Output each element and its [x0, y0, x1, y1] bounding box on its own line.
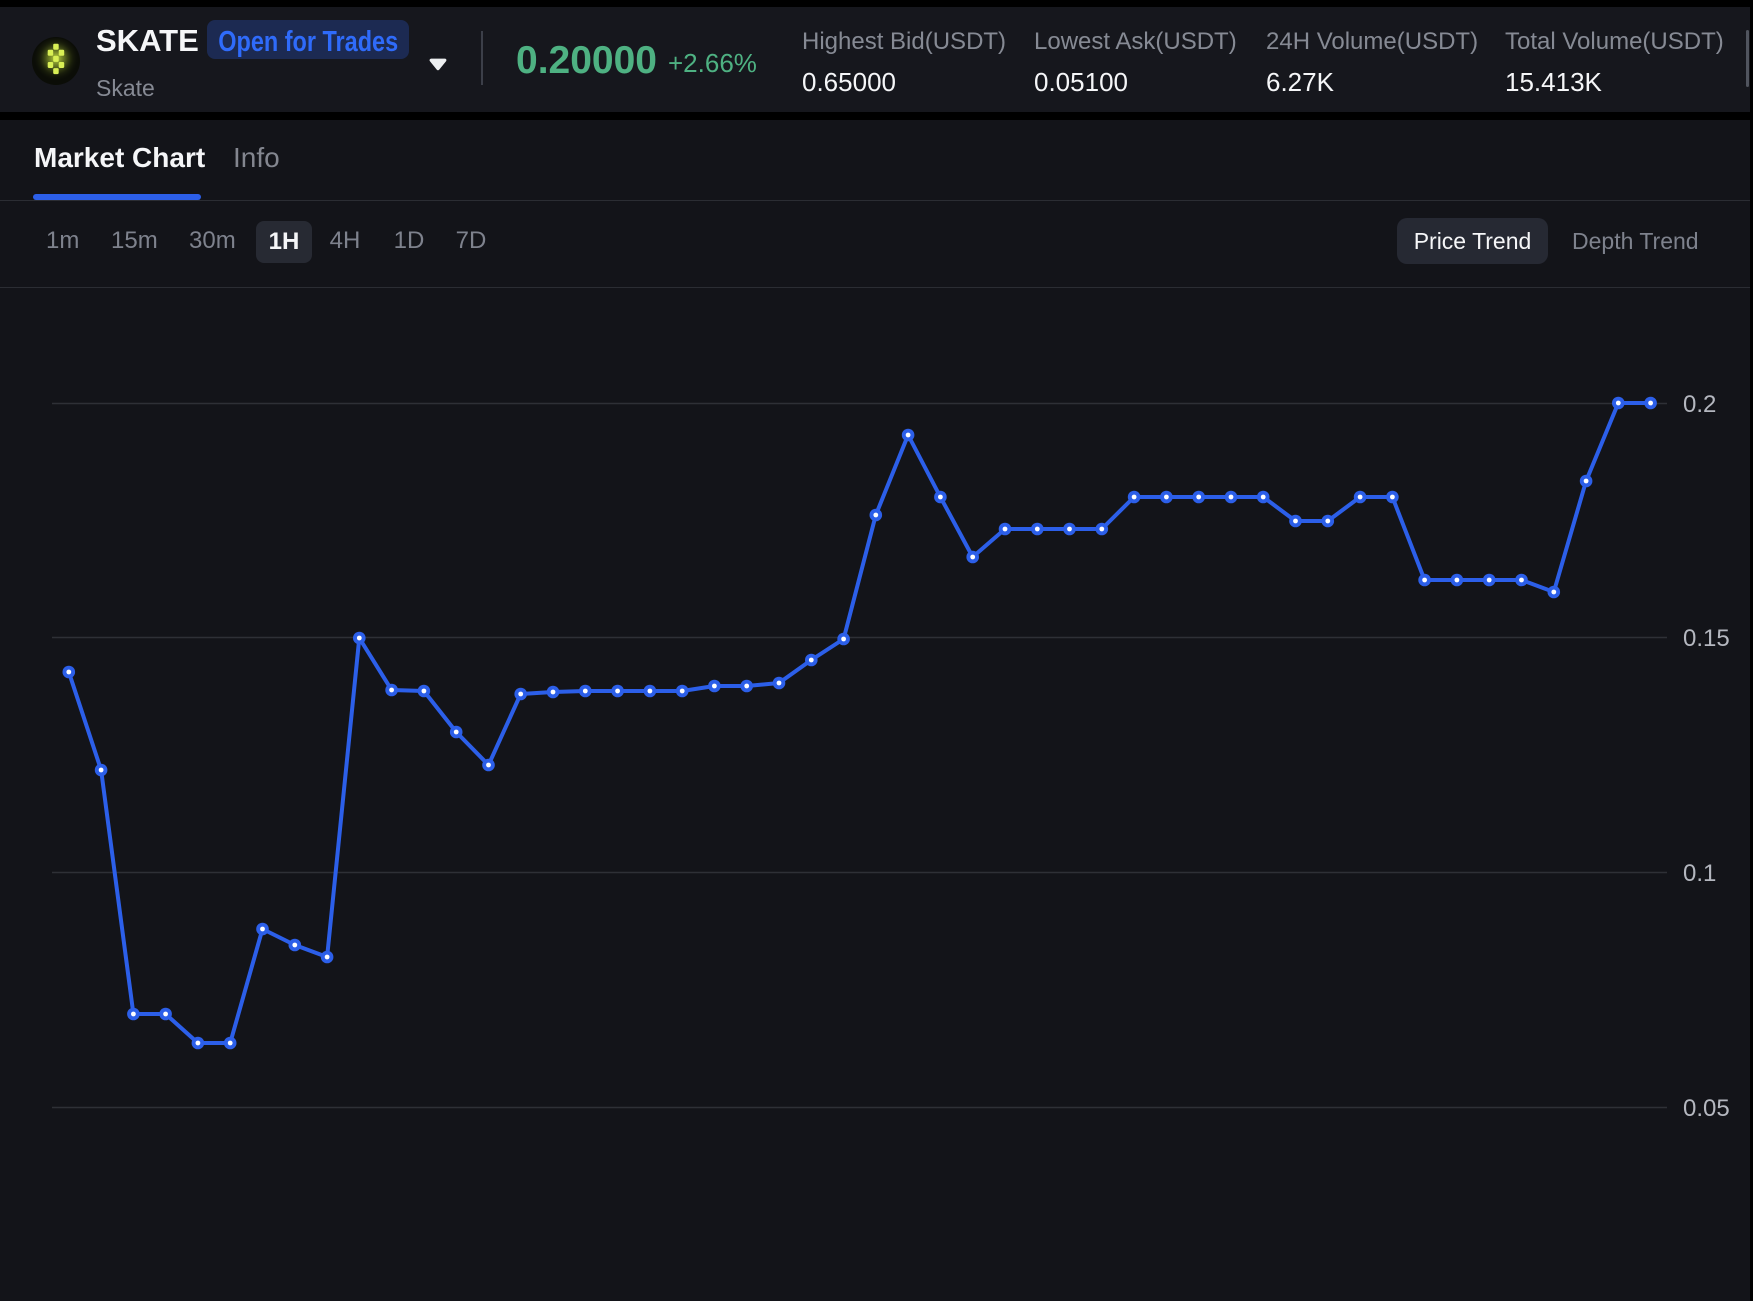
- svg-text:0.2: 0.2: [1683, 391, 1716, 418]
- svg-text:0.15: 0.15: [1683, 625, 1730, 652]
- svg-text:0.05: 0.05: [1683, 1095, 1730, 1122]
- svg-text:0.1: 0.1: [1683, 860, 1716, 887]
